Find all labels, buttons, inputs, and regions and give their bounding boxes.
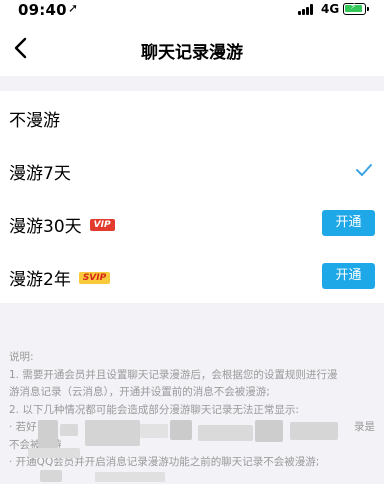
option-label: 漫游7天 <box>9 164 71 184</box>
network-type: 4G <box>321 2 340 16</box>
notes-line: 游消息记录（云消息），开通并设置前的消息不会被漫游; <box>9 386 270 398</box>
option-label: 不漫游 <box>9 111 60 131</box>
notes-heading: 说明: <box>9 351 34 363</box>
option-no-roaming[interactable]: 不漫游 <box>0 91 384 144</box>
nav-bar: 聊天记录漫游 <box>0 20 384 76</box>
signal-icon <box>298 4 315 15</box>
open-vip-button[interactable]: 开通 <box>322 210 375 236</box>
location-arrow-icon: ➚ <box>68 1 79 15</box>
checkmark-icon <box>356 164 372 176</box>
option-roaming-30-days[interactable]: 漫游30天 VIP 开通 <box>0 197 384 250</box>
status-bar: 09:40 ➚ 4G ⚡ <box>0 0 384 20</box>
option-roaming-2-years[interactable]: 漫游2年 SVIP 开通 <box>0 250 384 303</box>
option-label: 漫游2年 SVIP <box>9 265 111 290</box>
page-title: 聊天记录漫游 <box>141 43 243 63</box>
battery-icon: ⚡ <box>343 2 369 15</box>
notes-line: 2. 以下几种情况都可能会造成部分漫游聊天记录无法正常显示: <box>9 403 299 416</box>
option-label: 漫游30天 VIP <box>9 212 115 237</box>
vip-badge: VIP <box>89 219 115 231</box>
option-roaming-7-days[interactable]: 漫游7天 <box>0 144 384 197</box>
open-svip-button[interactable]: 开通 <box>322 263 375 289</box>
status-time: 09:40 <box>18 1 67 19</box>
roaming-option-list: 不漫游 漫游7天 漫游30天 VIP 开通 漫游2年 SVIP 开通 <box>0 91 384 303</box>
svip-badge: SVIP <box>78 272 111 284</box>
notes-line: 1. 需要开通会员并且设置聊天记录漫游后，会根据您的设置规则进行漫 <box>9 368 338 381</box>
